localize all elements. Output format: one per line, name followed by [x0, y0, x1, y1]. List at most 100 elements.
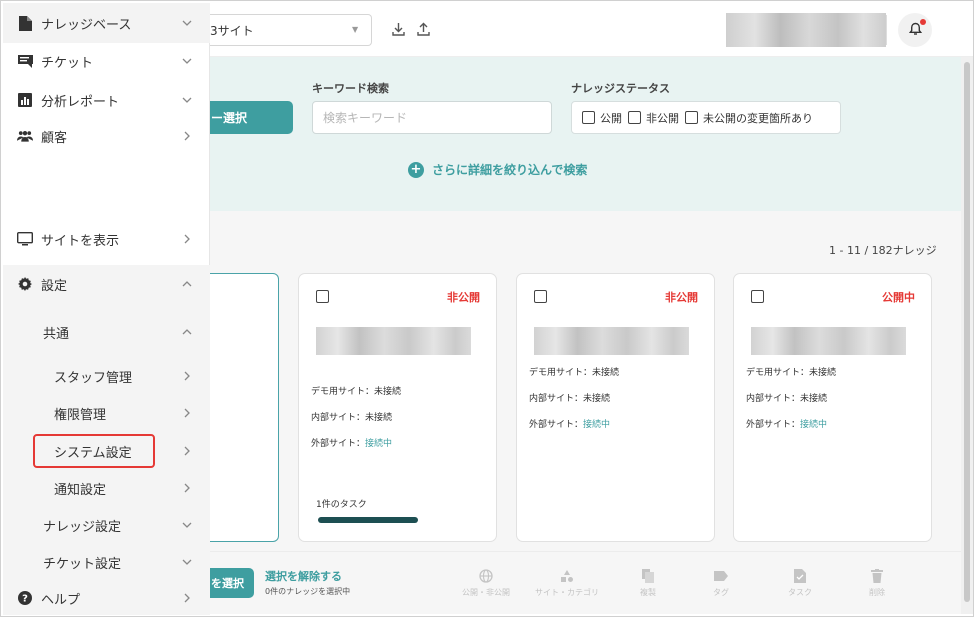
site-status-line: 内部サイト：未接続 — [746, 391, 827, 404]
header-divider — [886, 15, 887, 45]
knowledge-card-partial[interactable] — [210, 273, 279, 542]
site-label: 外部サイト： — [529, 420, 584, 430]
knowledge-status-filter: 公開 非公開 未公開の変更箇所あり — [571, 101, 841, 134]
knowledge-card[interactable]: 非公開 デモ用サイト：未接続 内部サイト：未接続 外部サイト：接続中 — [516, 273, 715, 542]
advanced-search-link[interactable]: + さらに詳細を絞り込んで検索 — [408, 161, 587, 178]
keyword-search-input[interactable] — [312, 101, 552, 134]
site-select[interactable]: 3サイト ▼ — [210, 14, 372, 46]
site-status-line: デモ用サイト：未接続 — [529, 365, 619, 378]
knowledge-list: 1 - 11 / 182ナレッジ 非公開 デモ用サイト：未接続 内部サイト：未接… — [210, 211, 973, 551]
category-icon — [559, 568, 575, 584]
sidebar-item-tickets[interactable]: チケット — [3, 43, 210, 79]
sidebar-item-label: 通知設定 — [54, 482, 107, 498]
sidebar-item-customers[interactable]: 顧客 — [3, 118, 210, 154]
ticket-icon — [17, 53, 33, 69]
site-select-value: 3サイト — [210, 23, 254, 38]
action-publish-toggle[interactable]: 公開・非公開 — [456, 568, 516, 598]
action-label: タグ — [713, 588, 729, 597]
sidebar-item-label: 顧客 — [41, 130, 68, 146]
status-option-unpublished-changes[interactable]: 未公開の変更箇所あり — [685, 110, 813, 126]
sidebar-item-settings[interactable]: 設定 — [3, 266, 210, 302]
site-value: 未接続 — [809, 368, 837, 378]
chevron-down-icon — [180, 54, 194, 68]
knowledge-card[interactable]: 公開中 デモ用サイト：未接続 内部サイト：未接続 外部サイト：接続中 — [733, 273, 932, 542]
checkbox[interactable] — [685, 111, 698, 124]
globe-icon — [478, 568, 494, 584]
site-label: 外部サイト： — [746, 420, 801, 430]
sidebar-item-label: システム設定 — [54, 445, 132, 461]
search-panel: ー選択 キーワード検索 ナレッジステータス 公開 非公開 未公開の変更箇所あり … — [210, 57, 973, 211]
site-label: 内部サイト： — [311, 413, 366, 423]
category-select-button[interactable]: ー選択 — [210, 101, 293, 134]
status-option-private[interactable]: 非公開 — [628, 110, 679, 126]
download-icon[interactable] — [390, 21, 406, 37]
result-count: 1 - 11 / 182ナレッジ — [829, 244, 937, 257]
status-badge: 公開中 — [882, 291, 915, 304]
sidebar-item-staff-management[interactable]: スタッフ管理 — [3, 358, 210, 394]
checkbox[interactable] — [628, 111, 641, 124]
action-site-category[interactable]: サイト・カテゴリ — [535, 568, 599, 598]
status-option-public[interactable]: 公開 — [582, 110, 622, 126]
sidebar-item-ticket-settings[interactable]: チケット設定 — [3, 544, 210, 580]
action-task[interactable]: タスク — [770, 568, 830, 598]
sidebar-item-knowledge-base[interactable]: ナレッジベース — [3, 5, 210, 41]
upload-icon[interactable] — [415, 21, 431, 37]
chevron-right-icon — [180, 232, 194, 246]
site-value: 未接続 — [365, 413, 393, 423]
task-progress-bar — [318, 517, 418, 523]
sidebar-item-label: チケット — [41, 55, 94, 71]
sidebar-item-notification-settings[interactable]: 通知設定 — [3, 470, 210, 506]
sidebar-item-label: ナレッジベース — [41, 17, 132, 33]
site-status-line: 外部サイト：接続中 — [529, 417, 610, 430]
monitor-icon — [17, 231, 33, 247]
task-count: 1件のタスク — [316, 500, 367, 510]
scrollbar-thumb[interactable] — [964, 62, 970, 602]
card-checkbox[interactable] — [534, 290, 547, 303]
knowledge-card[interactable]: 非公開 デモ用サイト：未接続 内部サイト：未接続 外部サイト：接続中 1件のタス… — [298, 273, 497, 542]
sidebar-item-label: 共通 — [43, 326, 70, 342]
sidebar-item-help[interactable]: ? ヘルプ — [3, 580, 210, 616]
site-status-line: 内部サイト：未接続 — [529, 391, 610, 404]
sidebar-item-view-site[interactable]: サイトを表示 — [3, 221, 210, 257]
site-status-line: 内部サイト：未接続 — [311, 410, 392, 423]
site-value: 未接続 — [374, 387, 402, 397]
site-value: 接続中 — [583, 420, 611, 430]
document-icon — [17, 15, 33, 31]
status-option-label: 非公開 — [646, 111, 679, 125]
select-all-button[interactable]: を選択 — [210, 568, 254, 598]
deselect-link[interactable]: 選択を解除する — [265, 568, 342, 584]
sidebar-item-label: サイトを表示 — [41, 233, 120, 249]
site-value: 接続中 — [365, 439, 393, 449]
site-status-line: 外部サイト：接続中 — [746, 417, 827, 430]
card-title-redacted — [751, 327, 906, 355]
sidebar: ナレッジベース チケット 分析レポート 顧客 サイトを表示 設定 共通 スタッフ… — [3, 3, 210, 615]
card-checkbox[interactable] — [316, 290, 329, 303]
chevron-down-icon — [180, 518, 194, 532]
chevron-right-icon — [180, 444, 194, 458]
checkbox[interactable] — [582, 111, 595, 124]
action-tag[interactable]: タグ — [691, 568, 751, 598]
action-duplicate[interactable]: 複製 — [618, 568, 678, 598]
plus-circle-icon: + — [408, 161, 424, 178]
sidebar-item-knowledge-settings[interactable]: ナレッジ設定 — [3, 507, 210, 543]
vertical-scrollbar[interactable] — [961, 57, 973, 614]
sidebar-item-analytics[interactable]: 分析レポート — [3, 82, 210, 118]
chevron-right-icon — [180, 369, 194, 383]
sidebar-item-label: ナレッジ設定 — [43, 519, 122, 535]
action-delete[interactable]: 削除 — [847, 568, 907, 598]
action-label: 複製 — [640, 588, 656, 597]
tag-icon — [713, 568, 729, 584]
site-status-line: デモ用サイト：未接続 — [311, 384, 401, 397]
action-label: サイト・カテゴリ — [535, 588, 599, 597]
advanced-search-label: さらに詳細を絞り込んで検索 — [432, 163, 588, 177]
status-option-label: 未公開の変更箇所あり — [703, 111, 813, 125]
sidebar-item-label: 分析レポート — [41, 94, 120, 110]
sidebar-item-common[interactable]: 共通 — [3, 314, 210, 350]
card-checkbox[interactable] — [751, 290, 764, 303]
user-info-redacted[interactable] — [726, 13, 886, 47]
keyword-label: キーワード検索 — [312, 82, 389, 95]
sidebar-item-permission-management[interactable]: 権限管理 — [3, 395, 210, 431]
caret-down-icon: ▼ — [352, 25, 359, 34]
notification-button[interactable] — [898, 13, 932, 47]
sidebar-item-system-settings[interactable]: システム設定 — [3, 433, 210, 469]
